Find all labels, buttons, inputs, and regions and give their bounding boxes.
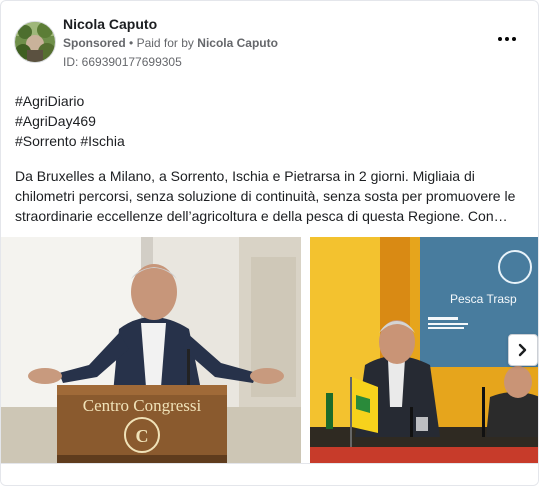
body-line: Da Bruxelles a Milano, a Sorrento, Ischi… (15, 168, 475, 184)
hashtag-line[interactable]: #AgriDiario (15, 91, 527, 111)
screen-text: Pesca Trasp (450, 292, 517, 306)
body-line: chilometri percorsi, senza soluzione di … (15, 188, 516, 204)
carousel-slide-2[interactable]: Pesca Trasp (310, 237, 538, 463)
paid-for-prefix: Paid for by (136, 36, 194, 50)
body-line: straordinarie eccellenze dell’agricoltur… (15, 208, 508, 224)
more-horizontal-icon (498, 37, 502, 41)
more-options-button[interactable] (493, 29, 521, 49)
panel-photo: Pesca Trasp (310, 237, 538, 463)
avatar-photo (15, 22, 55, 62)
hashtag-line[interactable]: #Sorrento #Ischia (15, 131, 527, 151)
image-carousel: Centro Congressi C Pesca Trasp (1, 237, 538, 463)
speaker-photo: Centro Congressi C (1, 237, 301, 463)
post-text: #AgriDiario #AgriDay469 #Sorrento #Ischi… (15, 91, 527, 226)
podium-emblem: C (136, 426, 149, 446)
hashtag-line[interactable]: #AgriDay469 (15, 111, 527, 131)
ad-id: ID: 669390177699305 (63, 55, 182, 69)
advertiser-avatar[interactable] (14, 21, 56, 63)
sponsored-label: Sponsored (63, 36, 126, 50)
carousel-next-button[interactable] (508, 334, 538, 366)
carousel-slide-1[interactable]: Centro Congressi C (1, 237, 301, 463)
ad-card: Nicola Caputo Sponsored • Paid for by Ni… (0, 0, 539, 486)
separator-dot: • (129, 36, 134, 50)
sponsored-line: Sponsored • Paid for by Nicola Caputo (63, 36, 278, 50)
paid-for-name[interactable]: Nicola Caputo (197, 36, 278, 50)
chevron-right-icon (518, 343, 527, 357)
card-footer (1, 463, 538, 485)
advertiser-name[interactable]: Nicola Caputo (63, 16, 157, 32)
podium-text: Centro Congressi (83, 396, 202, 415)
